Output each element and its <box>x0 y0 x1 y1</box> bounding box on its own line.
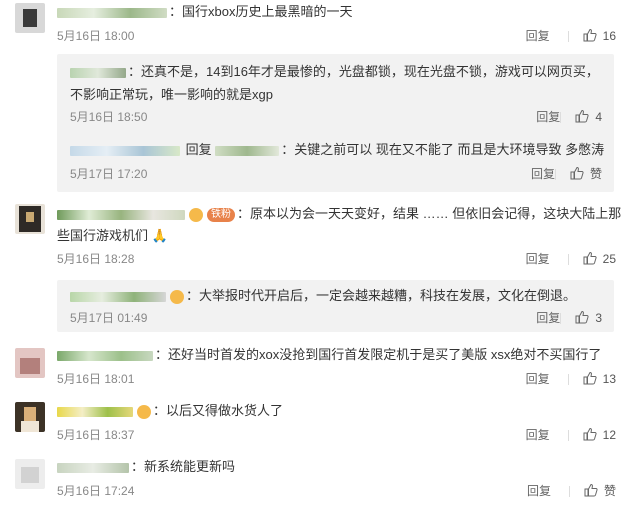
like-count: 3 <box>595 311 602 325</box>
thumbs-up-icon <box>575 310 589 324</box>
username[interactable] <box>70 145 180 156</box>
like-button[interactable]: 赞 <box>584 482 616 500</box>
reply-text: 关键之前可以 现在又不能了 而且是大环境导致 多憋涛 <box>294 142 605 157</box>
reply-prefix: 回复 <box>185 142 212 157</box>
like-label: 赞 <box>603 484 616 498</box>
divider <box>567 254 569 266</box>
reply-thread: ：大举报时代开启后，一定会越来越糟，科技在发展，文化在倒退。 5月17日 01:… <box>57 280 614 332</box>
reply-date: 5月16日 18:50 <box>70 110 148 124</box>
avatar[interactable] <box>15 3 45 33</box>
reply-date: 5月17日 01:49 <box>70 311 148 325</box>
comment-feed: ：国行xbox历史上最黑暗的一天 5月16日 18:00 回复 16 ：还真不是，… <box>0 0 630 506</box>
reply-button[interactable]: 回复 <box>526 426 550 444</box>
comment-text-cont: 些国行游戏机们 <box>57 228 149 243</box>
thumbs-up-icon <box>570 166 584 180</box>
avatar[interactable] <box>15 348 45 378</box>
username[interactable] <box>57 462 129 473</box>
reply-button[interactable]: 回复 <box>526 27 550 45</box>
like-label: 赞 <box>589 167 602 181</box>
username[interactable] <box>57 209 185 220</box>
divider <box>560 112 562 124</box>
comment-date: 5月16日 18:37 <box>57 428 135 442</box>
thumbs-up-icon <box>583 251 597 265</box>
like-button[interactable]: 赞 <box>570 165 602 183</box>
reply-text-cont: 不影响正常玩，唯一影响的就是xgp <box>70 87 273 102</box>
username[interactable] <box>57 7 167 18</box>
divider <box>560 313 562 325</box>
like-count: 13 <box>602 372 616 386</box>
divider <box>567 430 569 442</box>
reply-button[interactable]: 回复 <box>526 250 550 268</box>
comment-date: 5月16日 18:01 <box>57 372 135 386</box>
comment-text: 还好当时首发的xox没抢到国行首发限定机于是买了美版 xsx绝对不买国行了 <box>168 347 602 362</box>
reply-button[interactable]: 回复 <box>526 370 550 388</box>
comment-date: 5月16日 18:00 <box>57 29 135 43</box>
divider <box>567 31 569 43</box>
comment-date: 5月16日 17:24 <box>57 484 135 498</box>
like-button[interactable]: 3 <box>575 309 602 327</box>
thumbs-up-icon <box>583 28 597 42</box>
username[interactable] <box>57 350 153 361</box>
username[interactable] <box>57 406 133 417</box>
comment-text: 国行xbox历史上最黑暗的一天 <box>182 4 353 19</box>
avatar[interactable] <box>15 459 45 489</box>
thumbs-up-icon <box>575 109 589 123</box>
pray-emoji-icon: 🙏 <box>151 228 168 243</box>
like-button[interactable]: 16 <box>583 27 616 45</box>
username[interactable] <box>70 291 166 302</box>
like-count: 4 <box>595 110 602 124</box>
like-button[interactable]: 25 <box>583 250 616 268</box>
like-button[interactable]: 12 <box>583 426 616 444</box>
divider <box>554 169 556 181</box>
reply-date: 5月17日 17:20 <box>70 167 148 181</box>
emoji-icon <box>170 289 184 304</box>
reply-text: 大举报时代开启后，一定会越来越糟，科技在发展，文化在倒退。 <box>199 288 577 303</box>
username[interactable] <box>70 67 126 78</box>
like-count: 25 <box>602 252 616 266</box>
emoji-icon <box>137 404 151 419</box>
avatar[interactable] <box>15 204 45 234</box>
reply-button[interactable]: 回复 <box>536 110 560 124</box>
comment-text: 新系统能更新吗 <box>144 459 236 474</box>
comment-date: 5月16日 18:28 <box>57 252 135 266</box>
comment-text: 原本以为会一天天变好，结果 …… 但依旧会记得，这块大陆上那 <box>250 206 622 221</box>
like-count: 16 <box>602 29 616 43</box>
emoji-icon <box>189 207 203 222</box>
thumbs-up-icon <box>584 483 598 497</box>
reply-button[interactable]: 回复 <box>527 482 551 500</box>
avatar[interactable] <box>15 402 45 432</box>
reply-thread: ：还真不是，14到16年才是最惨的，光盘都锁，现在光盘不锁，游戏可以网页买， 不… <box>57 54 614 192</box>
like-count: 12 <box>602 428 616 442</box>
thumbs-up-icon <box>583 427 597 441</box>
reply-button[interactable]: 回复 <box>536 311 560 325</box>
divider <box>568 486 570 498</box>
thumbs-up-icon <box>583 371 597 385</box>
fan-badge: 铁粉 <box>207 207 235 222</box>
comment-text: 以后又得做水货人了 <box>166 403 284 418</box>
like-button[interactable]: 4 <box>575 108 602 126</box>
reply-button[interactable]: 回复 <box>531 167 555 181</box>
reply-text: 还真不是，14到16年才是最惨的，光盘都锁，现在光盘不锁，游戏可以网页买， <box>141 64 599 79</box>
mentioned-user[interactable] <box>215 145 280 156</box>
like-button[interactable]: 13 <box>583 370 616 388</box>
divider <box>567 374 569 386</box>
